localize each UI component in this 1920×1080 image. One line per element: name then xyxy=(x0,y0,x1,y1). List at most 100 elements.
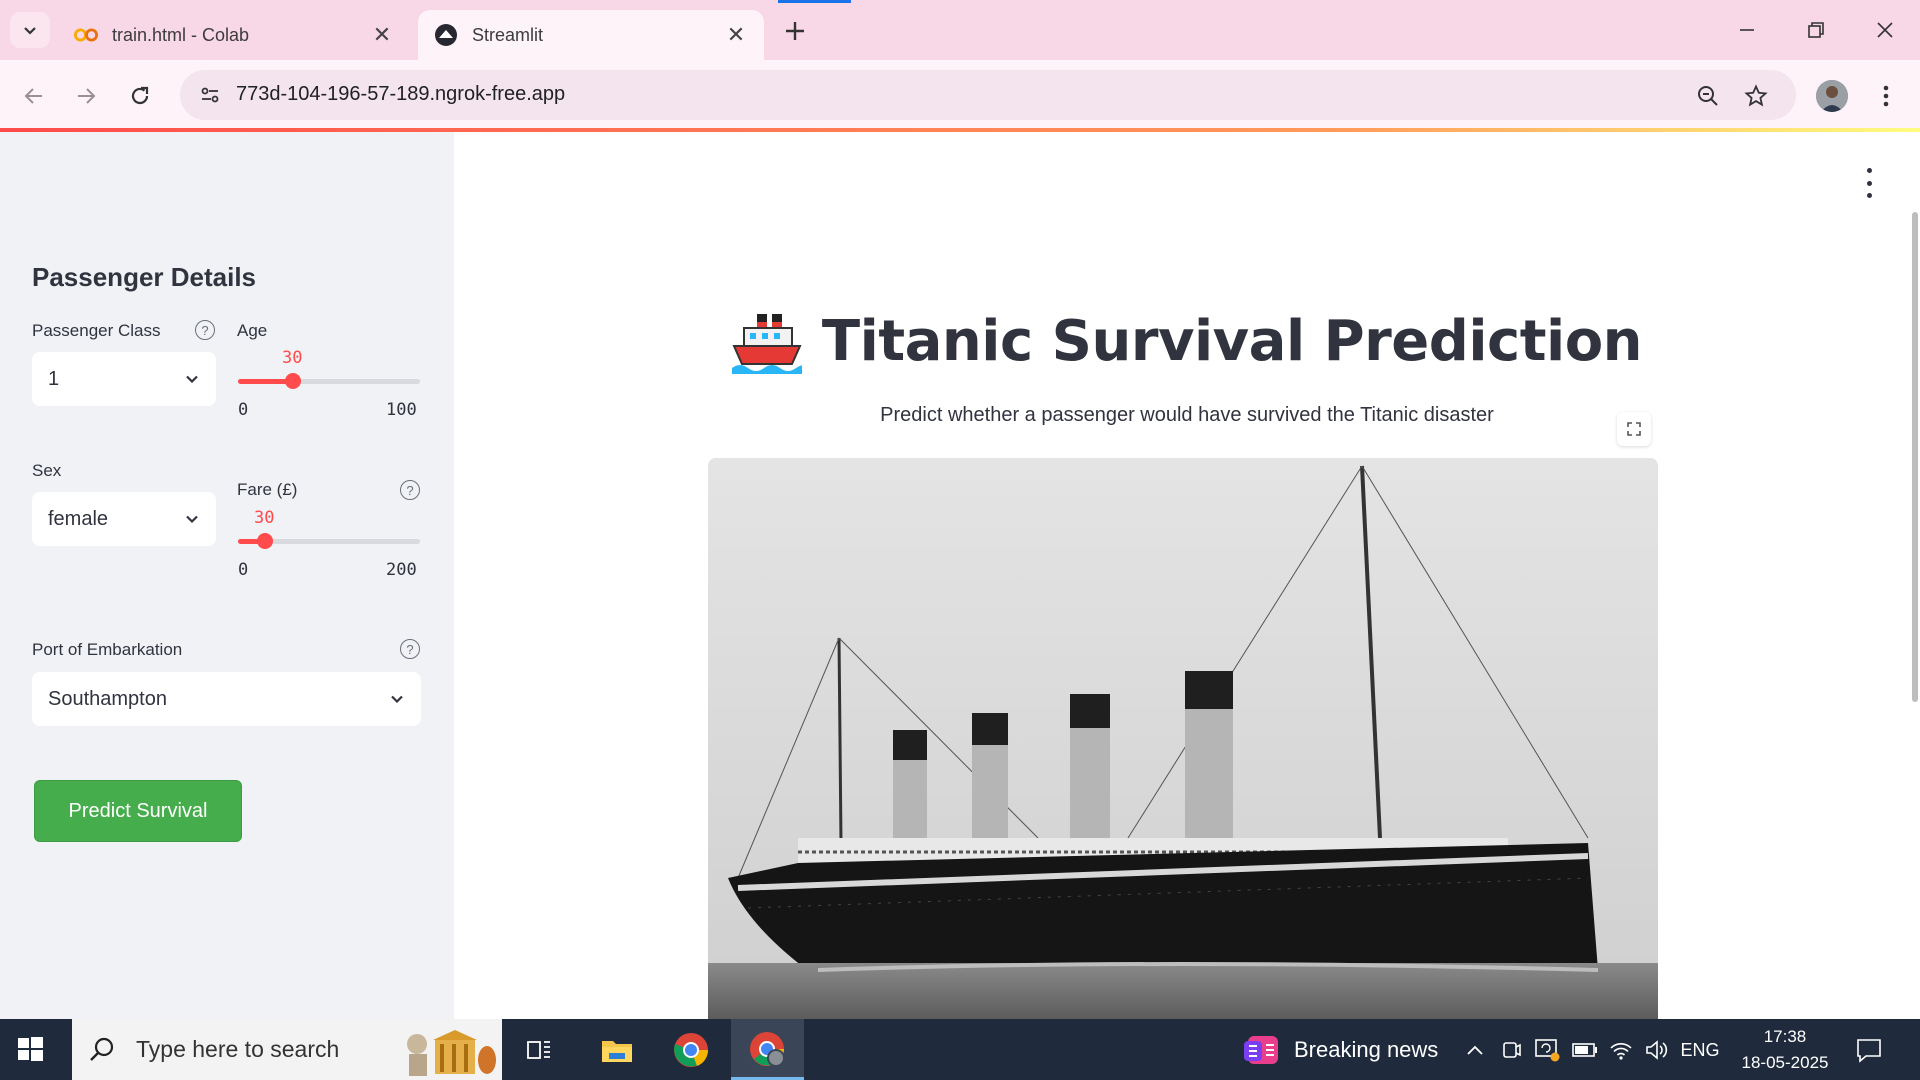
fullscreen-icon xyxy=(1627,422,1641,436)
show-hidden-icons-chevron-up-icon[interactable] xyxy=(1460,1035,1490,1065)
fare-slider-max: 200 xyxy=(386,560,417,580)
sex-select[interactable]: female xyxy=(32,492,216,546)
arrow-right-icon xyxy=(78,88,96,104)
close-tab-icon[interactable]: ✕ xyxy=(370,22,394,48)
age-slider-value: 30 xyxy=(282,348,303,368)
chrome-profile-taskbar-button[interactable] xyxy=(731,1019,804,1080)
url-text: 773d-104-196-57-189.ngrok-free.app xyxy=(236,83,566,105)
news-icon xyxy=(1244,1036,1278,1064)
app-subtitle: Predict whether a passenger would have s… xyxy=(880,404,1494,426)
minimize-button[interactable] xyxy=(1724,12,1770,48)
browser-toolbar: 773d-104-196-57-189.ngrok-free.app xyxy=(0,60,1920,130)
chrome-icon[interactable] xyxy=(668,1027,714,1073)
task-view-icon[interactable] xyxy=(516,1027,562,1073)
tab-loading-indicator xyxy=(778,0,851,3)
titanic-ship-photo xyxy=(708,458,1658,1019)
question-circle-icon[interactable]: ? xyxy=(195,320,215,340)
fullscreen-button[interactable] xyxy=(1617,412,1651,446)
search-placeholder: Type here to search xyxy=(136,1036,340,1062)
page-title: Titanic Survival Prediction xyxy=(454,308,1920,374)
restore-button[interactable] xyxy=(1793,12,1839,48)
file-explorer-icon[interactable] xyxy=(594,1027,640,1073)
close-window-button[interactable] xyxy=(1862,12,1908,48)
arrow-left-icon xyxy=(24,88,42,104)
sidebar: Passenger Details Passenger Class ? 1 Ag… xyxy=(0,132,454,1019)
windows-logo-icon xyxy=(18,1037,43,1061)
main-content: Titanic Survival Prediction Predict whet… xyxy=(454,132,1920,1019)
address-bar[interactable]: 773d-104-196-57-189.ngrok-free.app xyxy=(180,70,1796,120)
taskbar-search-box[interactable]: Type here to search xyxy=(72,1019,502,1080)
notification-icon xyxy=(1857,1039,1881,1063)
forward-button[interactable] xyxy=(66,76,106,116)
age-label: Age xyxy=(237,321,268,340)
age-slider-min: 0 xyxy=(238,400,249,420)
sex-value: female xyxy=(48,507,109,530)
back-button[interactable] xyxy=(14,76,54,116)
browser-menu-button[interactable] xyxy=(1866,76,1906,116)
zoom-icon[interactable] xyxy=(1694,82,1722,110)
ship-emoji xyxy=(731,314,802,374)
age-slider-track[interactable] xyxy=(238,373,420,389)
windows-taskbar: Type here to search Breaking news ENG 17… xyxy=(0,1019,1920,1080)
port-label: Port of Embarkation xyxy=(32,640,183,659)
tab-search-dropdown[interactable] xyxy=(10,12,50,48)
search-highlight-illustration-icon xyxy=(407,1029,497,1076)
passenger-class-value: 1 xyxy=(48,367,60,390)
kebab-menu-icon xyxy=(1883,85,1889,107)
language-indicator[interactable]: ENG xyxy=(1680,1035,1720,1065)
streamlit-icon xyxy=(434,23,458,47)
close-tab-icon[interactable]: ✕ xyxy=(724,22,748,48)
chevron-down-icon xyxy=(186,515,198,524)
new-tab-button[interactable] xyxy=(778,14,812,48)
scrollbar-thumb[interactable] xyxy=(1912,212,1918,702)
clock-date: 18-05-2025 xyxy=(1741,1053,1829,1072)
port-value: Southampton xyxy=(48,687,167,710)
sidebar-heading: Passenger Details xyxy=(32,262,257,292)
reload-icon xyxy=(131,86,149,105)
search-icon xyxy=(90,1037,114,1061)
chevron-down-icon xyxy=(391,695,403,704)
tab-colab[interactable]: train.html - Colab ✕ xyxy=(58,10,410,60)
chevron-down-icon xyxy=(24,27,36,35)
restore-icon xyxy=(1808,22,1824,38)
question-circle-icon[interactable]: ? xyxy=(400,639,420,659)
site-info-icon[interactable] xyxy=(196,81,224,109)
plus-icon xyxy=(786,22,804,40)
reload-button[interactable] xyxy=(120,76,160,116)
browser-tabstrip: train.html - Colab ✕ Streamlit ✕ xyxy=(0,0,1920,60)
question-circle-icon[interactable]: ? xyxy=(400,480,420,500)
passenger-class-label: Passenger Class xyxy=(32,321,161,340)
age-slider-max: 100 xyxy=(386,400,417,420)
fare-slider-thumb[interactable] xyxy=(257,533,273,549)
chevron-down-icon xyxy=(186,375,198,384)
wifi-icon[interactable] xyxy=(1604,1035,1638,1065)
clock-time: 17:38 xyxy=(1763,1027,1807,1046)
age-slider-thumb[interactable] xyxy=(285,373,301,389)
bookmark-star-icon[interactable] xyxy=(1742,82,1770,110)
taskbar-clock[interactable]: 17:38 18-05-2025 xyxy=(1730,1024,1840,1076)
tab-title: train.html - Colab xyxy=(112,24,250,45)
meet-now-icon[interactable] xyxy=(1496,1035,1526,1065)
news-text: Breaking news xyxy=(1294,1037,1439,1062)
news-widget[interactable]: Breaking news xyxy=(1244,1031,1438,1069)
battery-icon[interactable] xyxy=(1568,1035,1602,1065)
sex-label: Sex xyxy=(32,461,62,480)
notification-center-button[interactable] xyxy=(1854,1035,1884,1065)
fare-slider-min: 0 xyxy=(238,560,249,580)
app-menu-button[interactable] xyxy=(1864,168,1874,198)
tab-streamlit[interactable]: Streamlit ✕ xyxy=(418,10,764,60)
passenger-class-select[interactable]: 1 xyxy=(32,352,216,406)
port-select[interactable]: Southampton xyxy=(32,672,421,726)
volume-icon[interactable] xyxy=(1640,1035,1674,1065)
profile-avatar[interactable] xyxy=(1816,80,1848,112)
windows-start-button[interactable] xyxy=(14,1033,46,1065)
fare-slider-value: 30 xyxy=(254,508,275,528)
chrome-profile-icon xyxy=(750,1032,785,1067)
close-icon xyxy=(1877,22,1893,38)
minimize-icon xyxy=(1740,29,1754,31)
page-scrollbar[interactable] xyxy=(1910,212,1920,702)
predict-survival-button[interactable]: Predict Survival xyxy=(34,780,242,842)
update-status-icon[interactable] xyxy=(1530,1035,1564,1065)
tab-title: Streamlit xyxy=(472,24,544,45)
fare-slider-track[interactable] xyxy=(238,533,420,549)
